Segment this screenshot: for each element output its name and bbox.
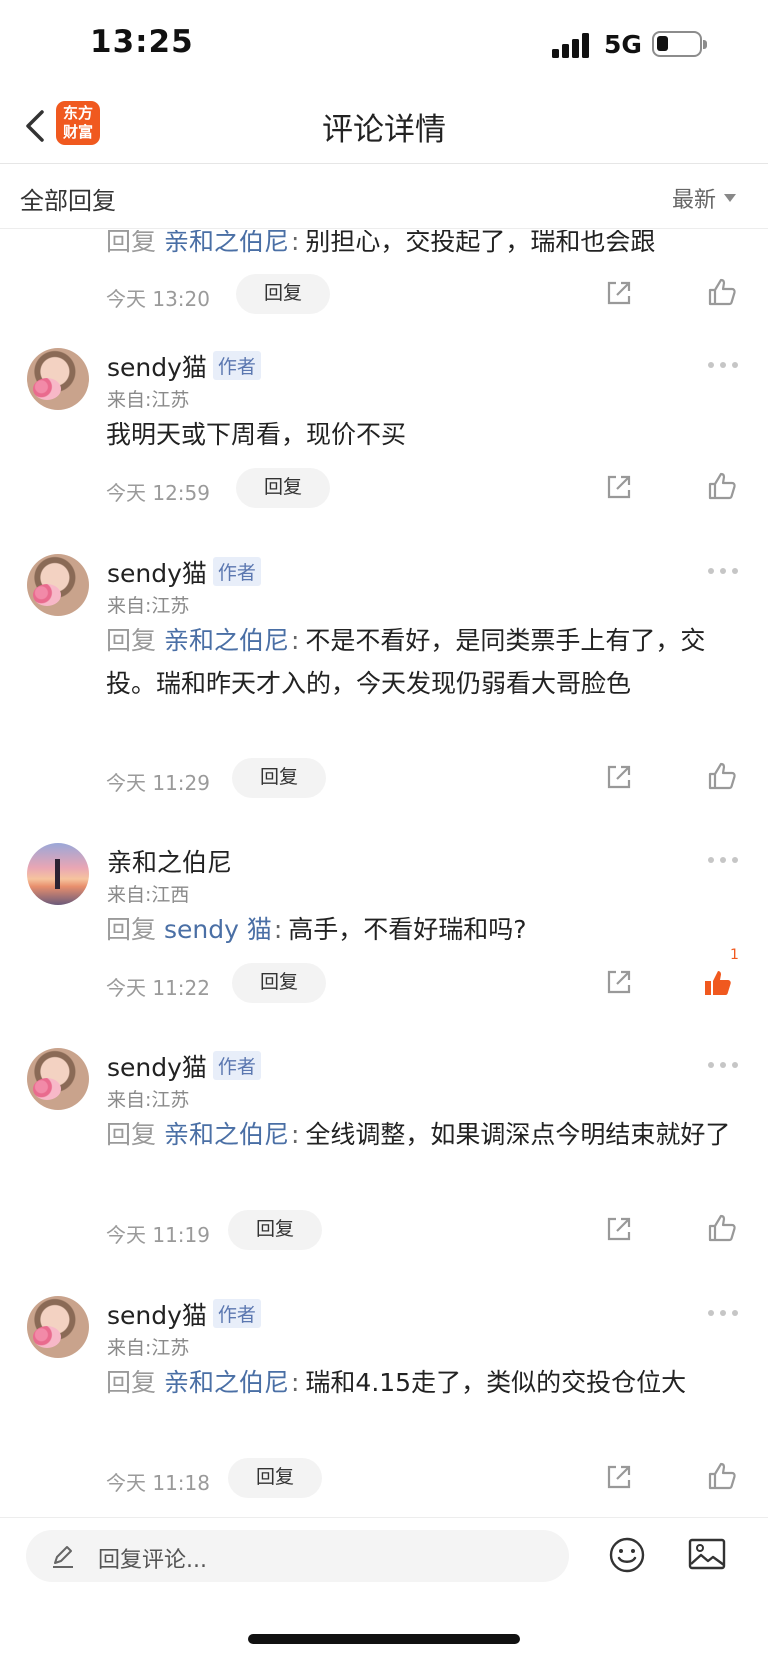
comment-text: 回复 亲和之伯尼: 瑞和4.15走了，类似的交投仓位大 bbox=[106, 1368, 687, 1397]
image-icon[interactable] bbox=[688, 1538, 726, 1570]
section-header: 全部回复 最新 bbox=[0, 165, 768, 229]
comment-time: 今天 11:22 bbox=[106, 976, 210, 1000]
battery-icon bbox=[652, 31, 707, 57]
share-icon[interactable] bbox=[604, 1214, 634, 1244]
share-icon[interactable] bbox=[604, 1462, 634, 1492]
username[interactable]: sendy猫 作者 bbox=[107, 1048, 261, 1084]
thumbs-up-icon[interactable] bbox=[706, 760, 738, 792]
status-time: 13:25 bbox=[90, 24, 194, 60]
reply-button[interactable]: 回复 bbox=[236, 274, 330, 314]
comment-time: 今天 13:20 bbox=[106, 287, 210, 311]
location: 来自:江苏 bbox=[107, 595, 190, 617]
author-badge: 作者 bbox=[212, 1051, 261, 1080]
reply-target-link[interactable]: sendy 猫 bbox=[164, 915, 272, 944]
username[interactable]: sendy猫 作者 bbox=[107, 348, 261, 384]
reply-input-placeholder: 回复评论... bbox=[98, 1548, 207, 1573]
sort-dropdown[interactable]: 最新 bbox=[672, 182, 716, 214]
avatar[interactable] bbox=[27, 554, 89, 616]
pencil-icon bbox=[53, 1546, 73, 1568]
author-badge: 作者 bbox=[212, 1299, 261, 1328]
more-icon[interactable] bbox=[708, 1062, 738, 1070]
status-bar: 13:25 5G bbox=[0, 0, 768, 90]
location: 来自:江西 bbox=[107, 884, 190, 906]
more-icon[interactable] bbox=[708, 362, 738, 370]
avatar[interactable] bbox=[27, 1296, 89, 1358]
thumbs-up-icon[interactable] bbox=[706, 276, 738, 308]
home-indicator[interactable] bbox=[248, 1634, 520, 1644]
reply-target-link[interactable]: 亲和之伯尼 bbox=[164, 626, 289, 655]
reply-button[interactable]: 回复 bbox=[228, 1458, 322, 1498]
reply-button[interactable]: 回复 bbox=[232, 758, 326, 798]
avatar[interactable] bbox=[27, 843, 89, 905]
thumbs-up-filled-icon[interactable] bbox=[702, 967, 734, 999]
thumbs-up-icon[interactable] bbox=[706, 470, 738, 502]
share-icon[interactable] bbox=[604, 472, 634, 502]
comment-text: 回复 亲和之伯尼: 全线调整，如果调深点今明结束就好了 bbox=[106, 1120, 731, 1149]
signal-icon bbox=[552, 32, 592, 58]
more-icon[interactable] bbox=[708, 1310, 738, 1318]
like-count: 1 bbox=[730, 947, 739, 963]
comment-time: 今天 11:29 bbox=[106, 771, 210, 795]
comment-text: 回复 亲和之伯尼: 别担心，交投起了，瑞和也会跟 bbox=[106, 230, 746, 263]
location: 来自:江苏 bbox=[107, 1337, 190, 1359]
more-icon[interactable] bbox=[708, 857, 738, 865]
reply-target-link[interactable]: 亲和之伯尼 bbox=[164, 1368, 289, 1397]
avatar[interactable] bbox=[27, 348, 89, 410]
comment-time: 今天 12:59 bbox=[106, 481, 210, 505]
share-icon[interactable] bbox=[604, 762, 634, 792]
chevron-down-icon[interactable] bbox=[724, 194, 736, 202]
thumbs-up-icon[interactable] bbox=[706, 1460, 738, 1492]
reply-button[interactable]: 回复 bbox=[232, 963, 326, 1003]
reply-button[interactable]: 回复 bbox=[228, 1210, 322, 1250]
thumbs-up-icon[interactable] bbox=[706, 1212, 738, 1244]
emoji-icon[interactable] bbox=[608, 1536, 646, 1574]
author-badge: 作者 bbox=[212, 557, 261, 586]
reply-target-link[interactable]: 亲和之伯尼 bbox=[164, 230, 289, 256]
comment-text: 回复 亲和之伯尼: 不是不看好，是同类票手上有了，交投。瑞和昨天才入的，今天发现仍… bbox=[106, 626, 706, 698]
comment-time: 今天 11:19 bbox=[106, 1223, 210, 1247]
reply-input[interactable]: 回复评论... bbox=[26, 1530, 569, 1582]
page-title: 评论详情 bbox=[322, 112, 446, 148]
comment-text: 回复 sendy 猫: 高手，不看好瑞和吗? bbox=[106, 915, 527, 944]
bottom-input-bar: 回复评论... bbox=[0, 1517, 768, 1662]
comment-list[interactable]: 回复 亲和之伯尼: 别担心，交投起了，瑞和也会跟 今天 13:20 回复 send… bbox=[0, 230, 768, 1515]
author-badge: 作者 bbox=[212, 351, 261, 380]
network-type: 5G bbox=[604, 30, 642, 59]
avatar[interactable] bbox=[27, 1048, 89, 1110]
share-icon[interactable] bbox=[604, 967, 634, 997]
nav-bar: 东方 财富 评论详情 bbox=[0, 90, 768, 164]
location: 来自:江苏 bbox=[107, 1089, 190, 1111]
reply-target-link[interactable]: 亲和之伯尼 bbox=[164, 1120, 289, 1149]
location: 来自:江苏 bbox=[107, 389, 190, 411]
all-replies-label: 全部回复 bbox=[20, 187, 116, 215]
username[interactable]: sendy猫 作者 bbox=[107, 554, 261, 590]
reply-button[interactable]: 回复 bbox=[236, 468, 330, 508]
more-icon[interactable] bbox=[708, 568, 738, 576]
username[interactable]: 亲和之伯尼 bbox=[107, 843, 232, 879]
username[interactable]: sendy猫 作者 bbox=[107, 1296, 261, 1332]
comment-time: 今天 11:18 bbox=[106, 1471, 210, 1495]
share-icon[interactable] bbox=[604, 278, 634, 308]
comment-text: 我明天或下周看，现价不买 bbox=[106, 420, 407, 449]
